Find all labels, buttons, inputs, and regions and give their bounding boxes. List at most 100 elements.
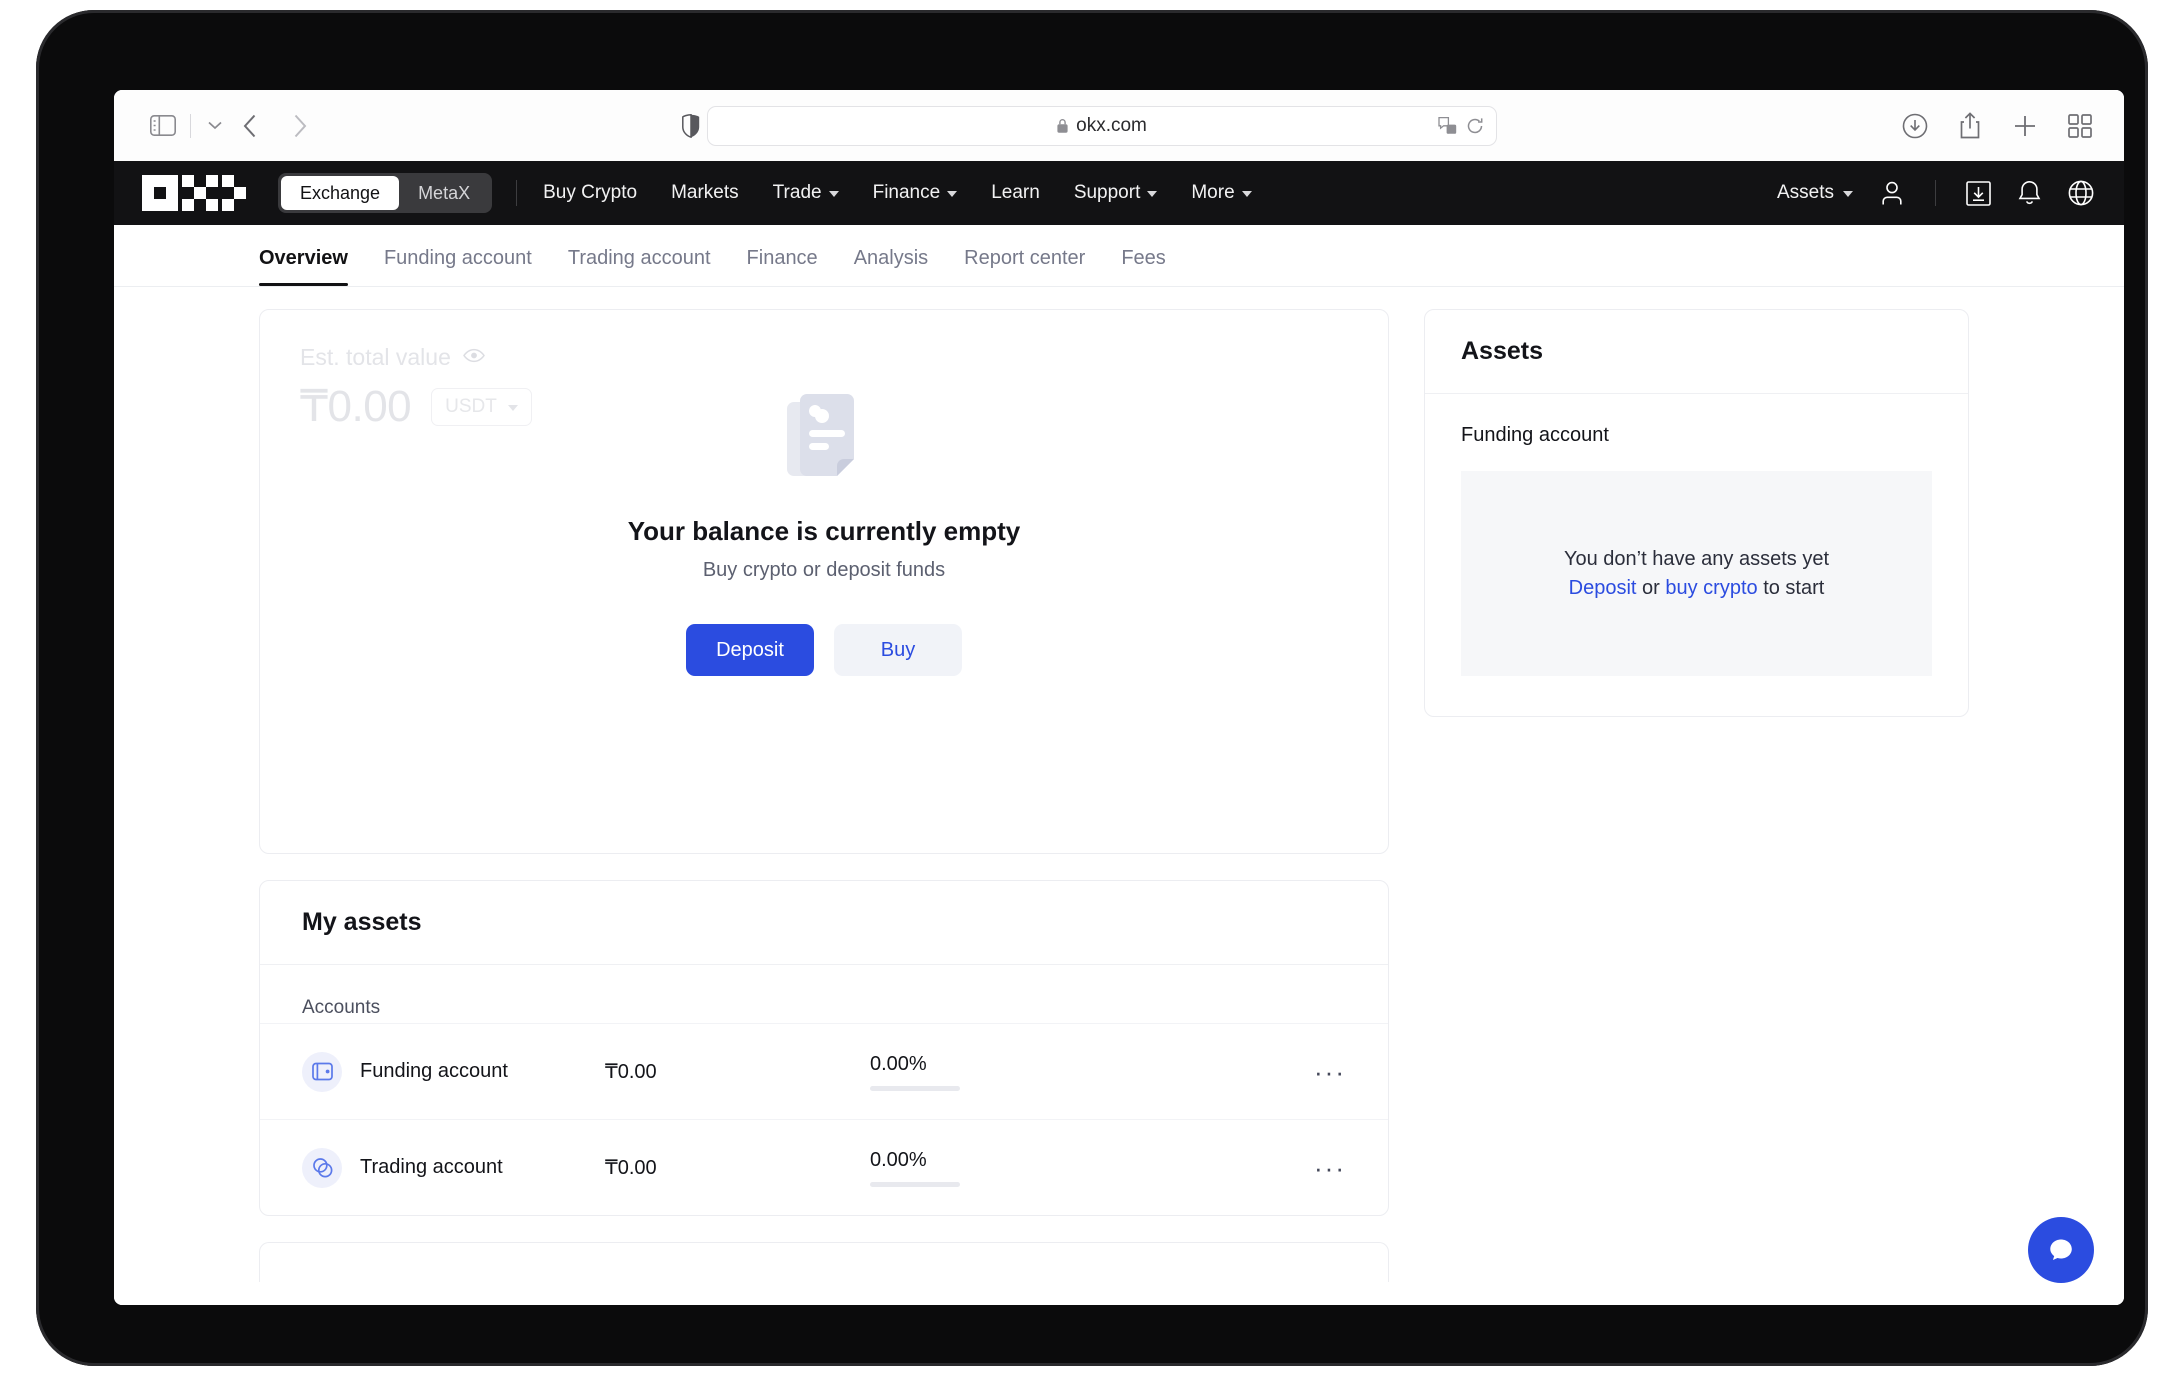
- balance-card: Est. total value ₸0.00 USDT Your balance…: [259, 309, 1389, 854]
- right-column: Assets Funding account You don’t have an…: [1424, 309, 1969, 1305]
- account-percent-cell: 0.00%: [870, 1053, 1270, 1091]
- lock-icon: [1056, 118, 1069, 134]
- account-percent: 0.00%: [870, 1052, 927, 1075]
- tab-fees[interactable]: Fees: [1121, 247, 1165, 286]
- account-value: ₸0.00: [605, 1157, 657, 1179]
- download-app-icon[interactable]: [1966, 180, 1991, 206]
- nav-markets[interactable]: Markets: [671, 182, 739, 204]
- assets-menu-label: Assets: [1776, 182, 1834, 203]
- address-bar-area: okx.com 文: [325, 105, 1878, 146]
- next-card-partial: [259, 1242, 1389, 1282]
- browser-toolbar: okx.com 文: [114, 90, 2124, 161]
- tab-report-center[interactable]: Report center: [964, 247, 1085, 286]
- back-arrow-icon[interactable]: [231, 107, 269, 145]
- nav-finance[interactable]: Finance: [873, 182, 958, 204]
- bell-icon[interactable]: [2017, 180, 2042, 206]
- tab-funding-account[interactable]: Funding account: [384, 247, 532, 286]
- forward-arrow-icon[interactable]: [281, 107, 319, 145]
- nav-label: Markets: [671, 182, 739, 203]
- table-row[interactable]: Funding account ₸0.00 0.00% ···: [260, 1023, 1388, 1119]
- toolbar-divider: [190, 113, 191, 138]
- buy-crypto-link[interactable]: buy crypto: [1665, 577, 1757, 599]
- deposit-button[interactable]: Deposit: [686, 624, 814, 676]
- chat-bubble-icon[interactable]: [2028, 1217, 2094, 1283]
- assets-empty-line2: Deposit or buy crypto to start: [1569, 577, 1825, 600]
- mode-metax[interactable]: MetaX: [399, 176, 489, 210]
- tab-finance[interactable]: Finance: [747, 247, 818, 286]
- chevron-down-icon: [828, 191, 839, 197]
- balance-empty-state: Your balance is currently empty Buy cryp…: [260, 388, 1388, 676]
- share-icon[interactable]: [1958, 111, 1982, 140]
- chevron-down-icon: [1241, 191, 1252, 197]
- assets-empty-line1: You don’t have any assets yet: [1564, 547, 1829, 570]
- header-divider: [516, 180, 518, 206]
- to-start-text: to start: [1757, 576, 1825, 599]
- funding-account-label: Funding account: [1461, 424, 1609, 446]
- assets-menu[interactable]: Assets: [1777, 182, 1853, 204]
- empty-document-icon: [769, 388, 879, 488]
- assets-panel-title: Assets: [1425, 310, 1968, 394]
- coins-icon: [302, 1147, 342, 1188]
- sub-nav: Overview Funding account Trading account…: [114, 225, 2124, 287]
- address-bar-actions: 文: [1437, 116, 1484, 135]
- mode-exchange[interactable]: Exchange: [281, 176, 400, 210]
- est-total-value-row: Est. total value: [300, 344, 1348, 371]
- my-assets-title: My assets: [260, 881, 1388, 965]
- account-percent: 0.00%: [870, 1148, 927, 1171]
- shield-icon[interactable]: [681, 113, 700, 138]
- downloads-icon[interactable]: [1902, 113, 1928, 139]
- chevron-down-icon: [947, 191, 958, 197]
- address-bar-text: okx.com: [1076, 114, 1147, 136]
- account-progress-bar: [870, 1181, 960, 1187]
- device-frame: okx.com 文 Exchange MetaX Buy Crypto Mark…: [36, 10, 2148, 1366]
- assets-empty-state: You don’t have any assets yet Deposit or…: [1461, 471, 1932, 676]
- nav-trade[interactable]: Trade: [773, 182, 839, 204]
- tab-analysis[interactable]: Analysis: [854, 247, 928, 286]
- nav-buy-crypto[interactable]: Buy Crypto: [543, 182, 637, 204]
- row-more-button[interactable]: ···: [1314, 1155, 1346, 1181]
- empty-state-subtitle: Buy crypto or deposit funds: [702, 559, 946, 581]
- globe-icon[interactable]: [2068, 180, 2094, 206]
- user-icon[interactable]: [1879, 180, 1905, 206]
- accounts-section-label: Accounts: [302, 997, 381, 1018]
- deposit-link[interactable]: Deposit: [1569, 577, 1637, 599]
- sidebar-toggle-icon[interactable]: [146, 109, 180, 143]
- left-column: Est. total value ₸0.00 USDT Your balance…: [259, 309, 1389, 1305]
- empty-state-title: Your balance is currently empty: [627, 516, 1021, 546]
- page-content: Est. total value ₸0.00 USDT Your balance…: [114, 287, 2124, 1305]
- or-text: or: [1636, 576, 1666, 599]
- header-divider-2: [1935, 180, 1936, 206]
- account-progress-bar: [870, 1085, 960, 1091]
- chevron-down-icon[interactable]: [205, 111, 225, 141]
- tab-trading-account[interactable]: Trading account: [568, 247, 711, 286]
- buy-button[interactable]: Buy: [834, 624, 962, 676]
- my-assets-card: My assets Accounts Funding account ₸0.00: [259, 880, 1389, 1216]
- wallet-icon: [302, 1051, 342, 1092]
- nav-learn[interactable]: Learn: [991, 182, 1040, 204]
- assets-panel-body: Funding account You don’t have any asset…: [1425, 394, 1968, 716]
- table-row[interactable]: Trading account ₸0.00 0.00% ···: [260, 1119, 1388, 1215]
- eye-icon[interactable]: [462, 348, 485, 368]
- account-percent-cell: 0.00%: [870, 1149, 1270, 1187]
- translate-icon[interactable]: 文: [1437, 116, 1457, 135]
- new-tab-icon[interactable]: [2012, 113, 2038, 139]
- account-name: Funding account: [360, 1060, 508, 1082]
- assets-panel: Assets Funding account You don’t have an…: [1424, 309, 1969, 717]
- header-actions: Assets: [1777, 180, 2094, 206]
- nav-support[interactable]: Support: [1074, 182, 1158, 204]
- nav-label: Learn: [991, 182, 1040, 203]
- reload-icon[interactable]: [1466, 117, 1484, 135]
- browser-actions: [1902, 111, 2092, 140]
- mode-switch[interactable]: Exchange MetaX: [278, 173, 493, 213]
- est-total-value-label: Est. total value: [300, 344, 451, 370]
- okx-logo[interactable]: [142, 175, 248, 211]
- empty-state-actions: Deposit Buy: [686, 624, 962, 676]
- address-bar-input[interactable]: okx.com 文: [706, 105, 1497, 146]
- tab-overview[interactable]: Overview: [259, 247, 348, 286]
- row-more-button[interactable]: ···: [1314, 1059, 1346, 1085]
- chevron-down-icon: [1147, 191, 1158, 197]
- tab-overview-icon[interactable]: [2068, 113, 2092, 138]
- account-name: Trading account: [360, 1156, 503, 1178]
- browser-screen: okx.com 文 Exchange MetaX Buy Crypto Mark…: [114, 90, 2124, 1305]
- nav-more[interactable]: More: [1191, 182, 1252, 204]
